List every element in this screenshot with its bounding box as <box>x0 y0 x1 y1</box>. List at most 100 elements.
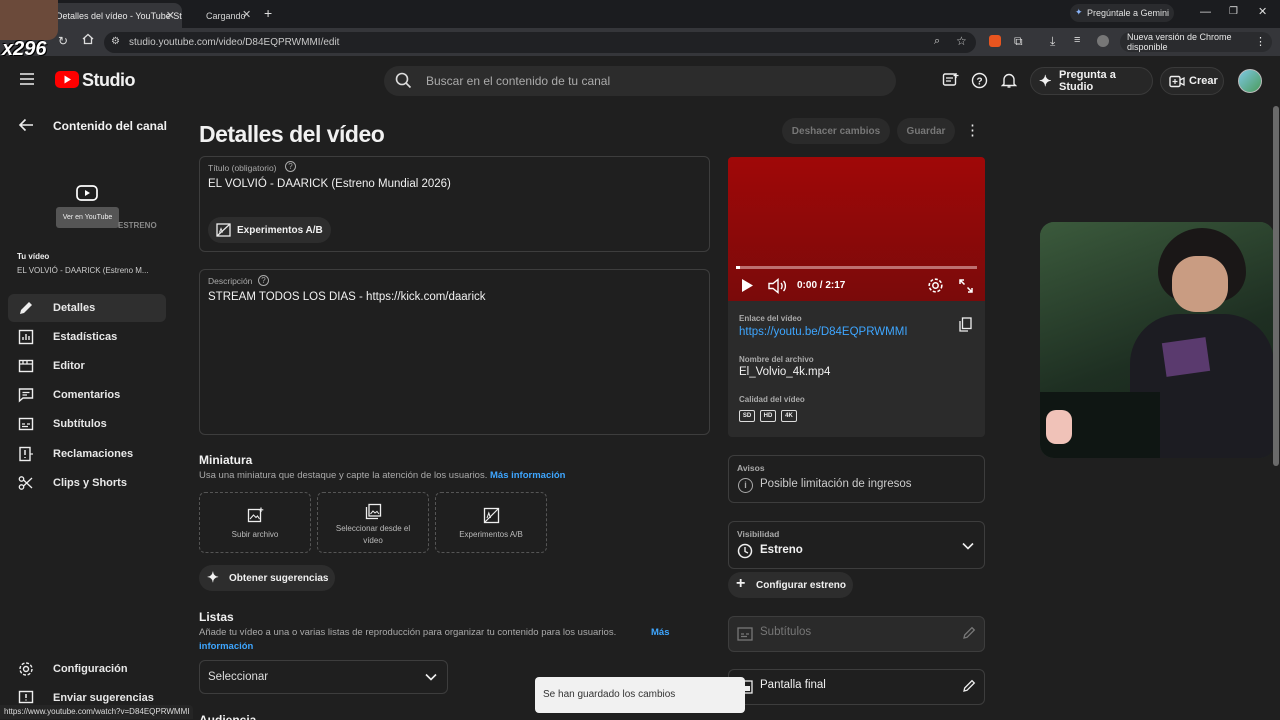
player-settings-gear-icon[interactable] <box>927 277 944 294</box>
youtube-logo[interactable] <box>55 71 79 88</box>
quality-sd-badge: SD <box>739 410 755 422</box>
page-scrollbar[interactable] <box>1273 106 1279 466</box>
chrome-menu-icon[interactable]: ⋮ <box>1255 35 1266 48</box>
more-options-icon[interactable]: ⋮ <box>965 121 980 139</box>
end-screen-row[interactable]: Pantalla final <box>728 669 985 705</box>
sparkle-icon: ✦ <box>1039 73 1052 90</box>
tab-video-details[interactable]: Detalles del vídeo - YouTube St ✕ <box>40 3 182 28</box>
chrome-update-button[interactable]: Nueva versión de Chrome disponible ⋮ <box>1120 32 1272 52</box>
download-icon[interactable]: ⤓ <box>1050 34 1055 49</box>
copy-icon[interactable] <box>959 317 972 332</box>
ask-studio-label: Pregunta a Studio <box>1059 69 1116 93</box>
avatar[interactable] <box>1238 69 1262 93</box>
lists-more-info-link[interactable]: Más <box>651 627 669 638</box>
plus-icon: + <box>736 575 746 592</box>
image-library-icon <box>365 503 382 520</box>
volume-icon[interactable] <box>768 278 787 294</box>
upload-file-option[interactable]: Subir archivo <box>199 492 311 553</box>
browser-tab-strip: Detalles del vídeo - YouTube St ✕ Cargan… <box>0 0 1280 28</box>
streamer-avatar-overlay <box>0 0 58 40</box>
sidebar-item-claims[interactable]: Reclamaciones <box>8 440 166 468</box>
watch-on-youtube-icon[interactable] <box>76 183 98 203</box>
sidebar-item-settings[interactable]: Configuración <box>8 655 166 683</box>
subtitles-row[interactable]: Subtítulos <box>728 616 985 652</box>
your-video-label: Tu vídeo <box>17 252 50 261</box>
back-to-content-label[interactable]: Contenido del canal <box>53 119 167 133</box>
help-icon[interactable]: ? <box>258 275 269 286</box>
sidebar-item-comments[interactable]: Comentarios <box>8 381 166 409</box>
back-arrow-icon[interactable] <box>18 118 34 132</box>
analytics-icon <box>18 329 34 345</box>
filename-value: El_Volvio_4k.mp4 <box>739 366 831 378</box>
title-value[interactable]: EL VOLVIÓ - DAARICK (Estreno Mundial 202… <box>208 178 451 190</box>
video-player[interactable]: 0:00 / 2:17 <box>728 157 985 301</box>
play-icon[interactable] <box>741 278 754 293</box>
chrome-update-label: Nueva versión de Chrome disponible <box>1127 32 1232 52</box>
edit-pencil-icon[interactable] <box>962 626 976 640</box>
media-icon[interactable]: ≡ <box>1074 34 1080 46</box>
sidebar-item-label: Estadísticas <box>53 331 118 343</box>
thumb-option-label: Subir archivo <box>231 530 279 539</box>
visibility-select[interactable]: Visibilidad Estreno <box>728 521 985 569</box>
create-video-icon <box>1169 75 1185 88</box>
more-info-link[interactable]: Más información <box>490 470 566 481</box>
toast-message: Se han guardado los cambios <box>543 689 676 700</box>
description-value[interactable]: STREAM TODOS LOS DIAS - https://kick.com… <box>208 291 486 303</box>
zoom-icon[interactable]: ⌕ <box>934 35 940 48</box>
title-field-label: Título (obligatorio) <box>208 163 277 173</box>
playlist-select[interactable]: Seleccionar <box>199 660 448 694</box>
comments-icon <box>18 387 34 403</box>
subtitles-label: Subtítulos <box>760 626 812 638</box>
create-button[interactable]: Crear <box>1160 67 1224 95</box>
save-button[interactable]: Guardar <box>897 118 955 144</box>
feedback-add-icon[interactable] <box>942 72 959 89</box>
ask-studio-button[interactable]: ✦ Pregunta a Studio <box>1030 67 1153 95</box>
ab-test-button[interactable]: Experimentos A/B <box>208 217 331 243</box>
restore-icon[interactable]: ❐ <box>1229 6 1238 17</box>
warnings-field[interactable]: Avisos i Posible limitación de ingresos <box>728 455 985 503</box>
new-tab-icon[interactable]: + <box>264 5 272 21</box>
sidebar-item-label: Configuración <box>53 663 128 675</box>
sidebar-item-subtitles[interactable]: Subtítulos <box>8 410 166 438</box>
sidebar-item-details[interactable]: Detalles <box>8 294 166 322</box>
puzzle-icon[interactable]: ⧉ <box>1014 34 1023 49</box>
sidebar-video-title: EL VOLVIÓ - DAARICK (Estreno M... <box>17 266 149 275</box>
configure-premiere-button[interactable]: + Configurar estreno <box>728 572 853 598</box>
lists-more-info-link-2[interactable]: información <box>199 641 253 652</box>
help-icon[interactable]: ? <box>971 72 988 89</box>
help-icon[interactable]: ? <box>285 161 296 172</box>
progress-bar[interactable] <box>736 266 977 269</box>
fullscreen-icon[interactable] <box>959 279 973 293</box>
audience-section-title-cut: Audiencia <box>199 713 257 720</box>
select-from-video-option[interactable]: Seleccionar desde el vídeo <box>317 492 429 553</box>
get-suggestions-label: Obtener sugerencias <box>229 572 329 584</box>
filename-label: Nombre del archivo <box>739 355 814 364</box>
gemini-button[interactable]: ✦ Pregúntale a Gemini <box>1070 4 1174 22</box>
get-suggestions-button[interactable]: ✦ Obtener sugerencias <box>199 565 335 591</box>
reload-icon[interactable]: ↻ <box>58 34 68 48</box>
sidebar-item-analytics[interactable]: Estadísticas <box>8 323 166 351</box>
pencil-icon <box>18 300 34 316</box>
close-window-icon[interactable]: ✕ <box>1258 5 1267 18</box>
close-tab-icon[interactable]: ✕ <box>166 9 175 22</box>
undo-changes-button[interactable]: Deshacer cambios <box>782 118 890 144</box>
bookmark-star-icon[interactable]: ☆ <box>956 34 967 48</box>
sidebar-item-editor[interactable]: Editor <box>8 352 166 380</box>
profile-chrome-icon[interactable] <box>1097 35 1109 47</box>
tooltip-label: Ver en YouTube <box>62 214 113 221</box>
minimize-icon[interactable]: — <box>1200 6 1211 18</box>
sidebar-item-clips-shorts[interactable]: Clips y Shorts <box>8 469 166 497</box>
video-link[interactable]: https://youtu.be/D84EQPRWMMI <box>739 326 908 338</box>
editor-icon <box>18 358 34 374</box>
notifications-bell-icon[interactable] <box>1001 72 1017 89</box>
image-add-icon <box>247 507 264 524</box>
site-info-icon[interactable]: ⚙ <box>111 36 120 47</box>
ab-test-thumbnail-option[interactable]: Experimentos A/B <box>435 492 547 553</box>
extension-icon[interactable] <box>989 35 1001 47</box>
quality-label: Calidad del vídeo <box>739 395 805 404</box>
menu-icon[interactable] <box>20 73 34 85</box>
close-tab-icon[interactable]: ✕ <box>242 8 251 21</box>
edit-pencil-icon[interactable] <box>962 679 976 693</box>
home-icon[interactable] <box>82 33 94 45</box>
chevron-down-icon <box>962 542 974 550</box>
